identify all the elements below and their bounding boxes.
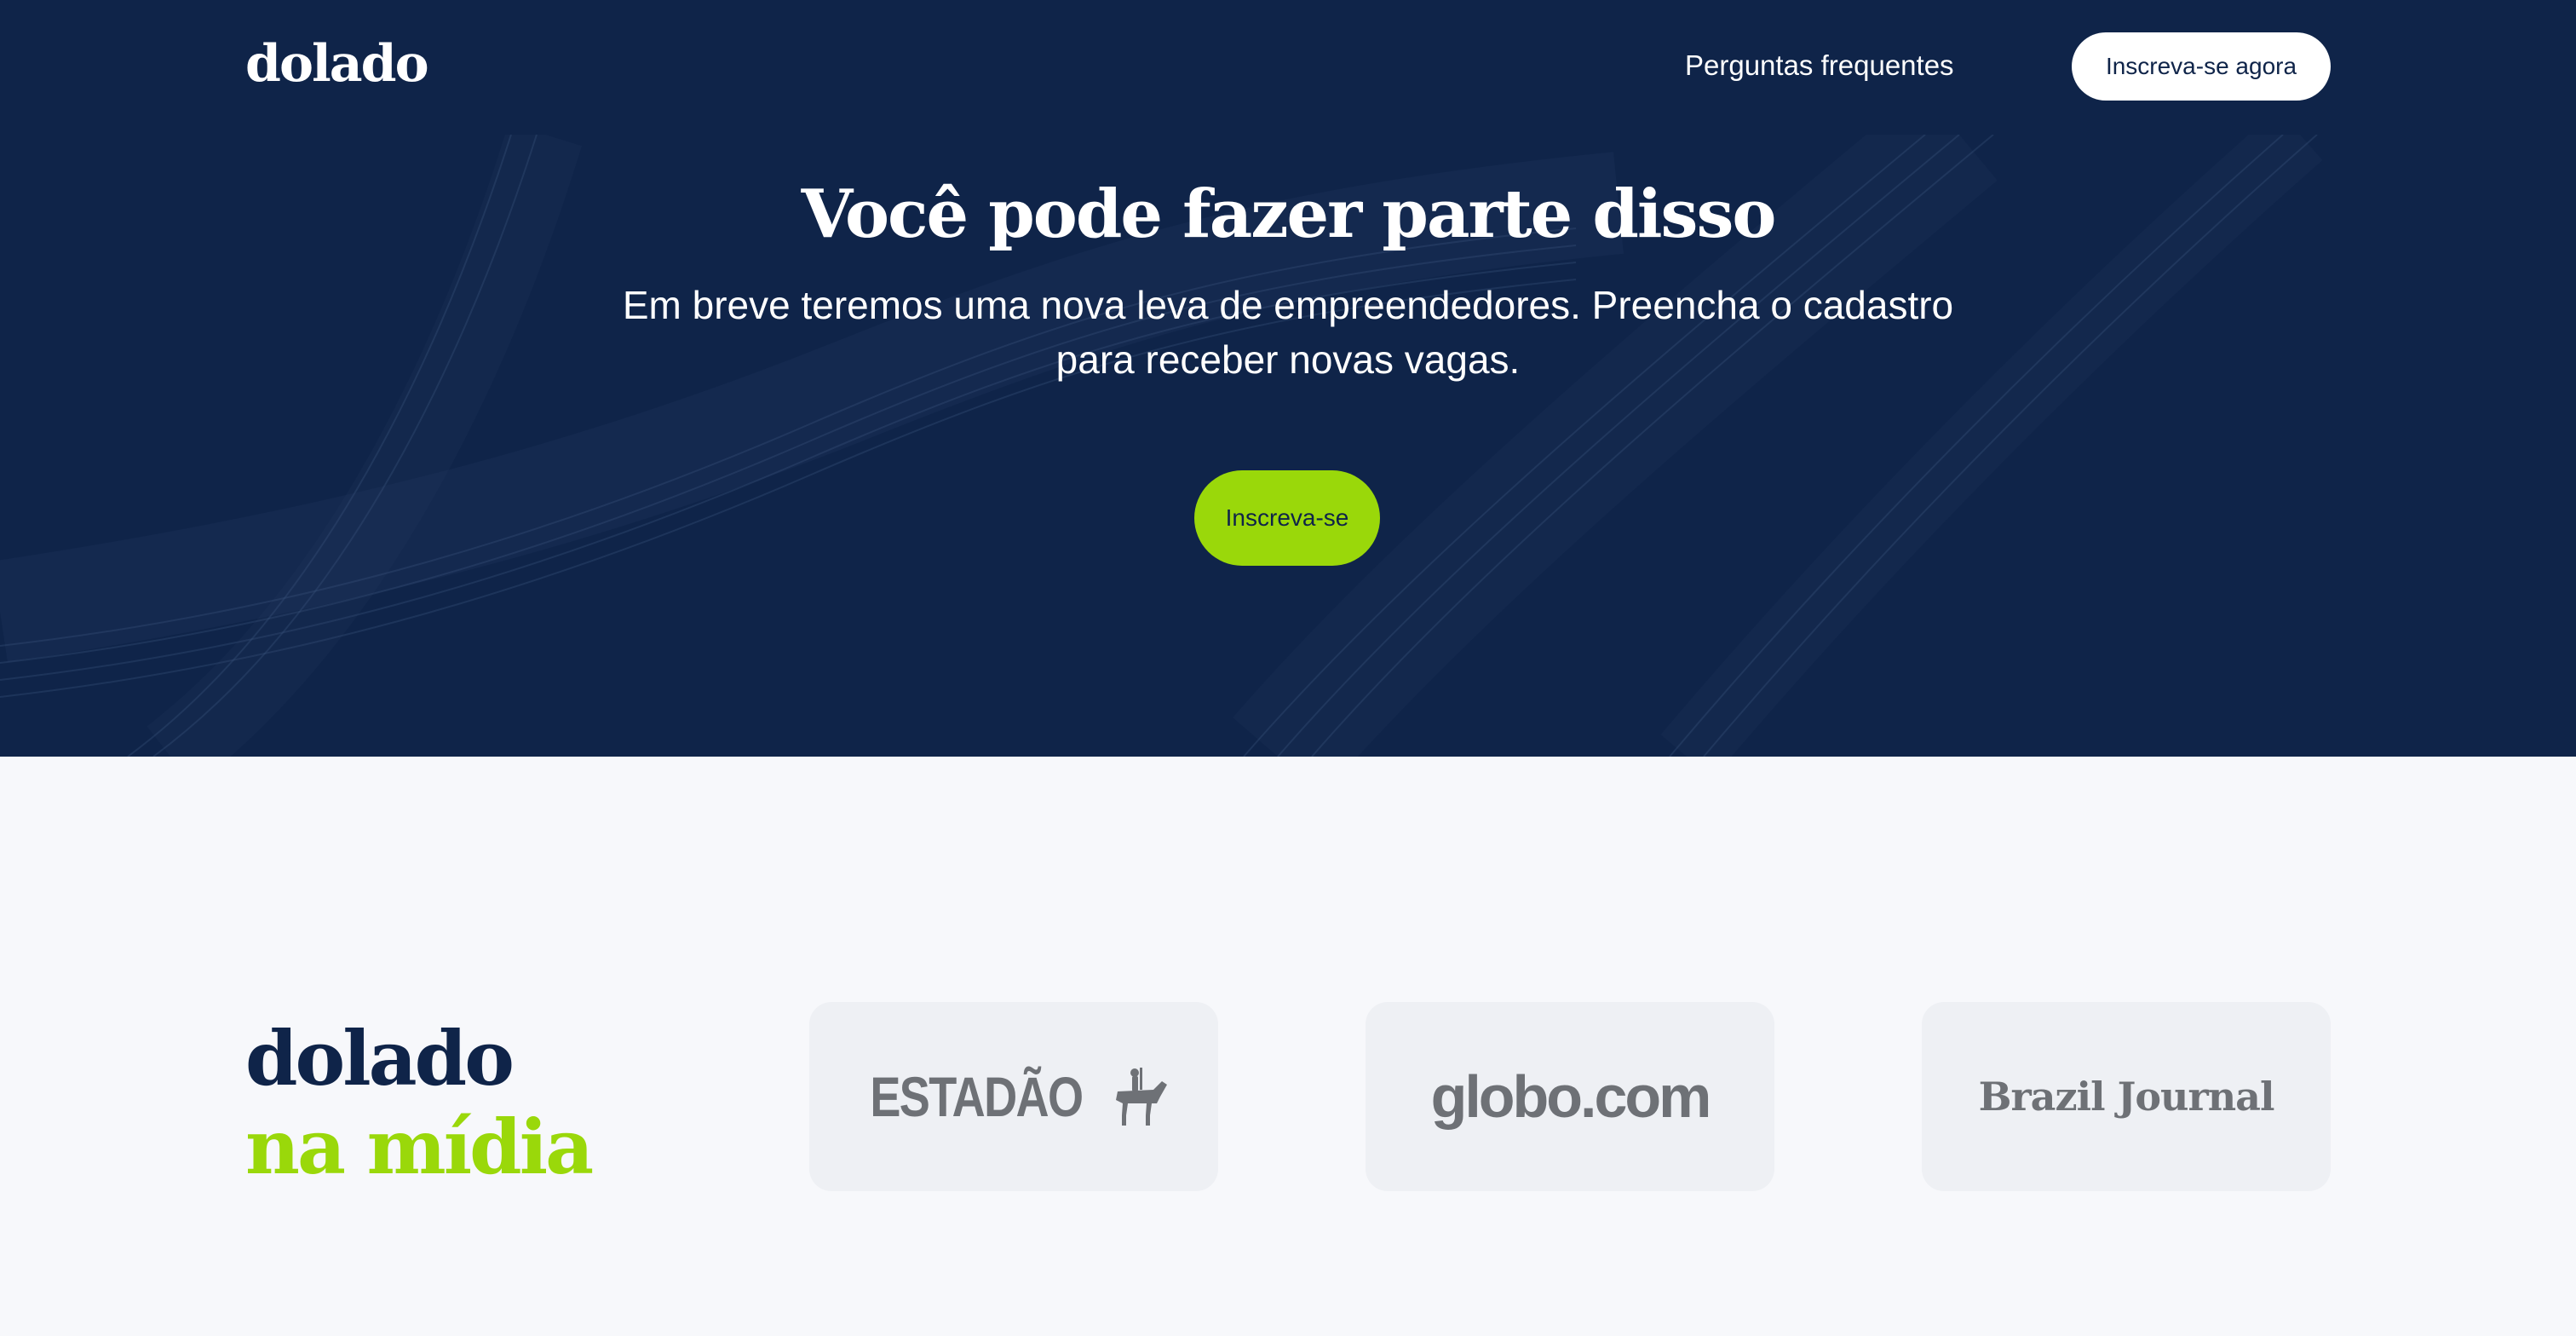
- press-card-brazil-journal[interactable]: Brazil Journal: [1922, 1002, 2331, 1191]
- hero-subtitle: Em breve teremos uma nova leva de empree…: [622, 283, 1954, 382]
- press-card-globo[interactable]: globo.com: [1366, 1002, 1774, 1191]
- hero-title: Você pode fazer parte disso: [801, 176, 1777, 253]
- site-header: dolado Perguntas frequentes Inscreva-se …: [0, 0, 2576, 135]
- nav-link-faq[interactable]: Perguntas frequentes: [1685, 49, 1954, 82]
- subscribe-now-button[interactable]: Inscreva-se agora: [2072, 32, 2331, 101]
- press-card-estadao[interactable]: ESTADÃO: [809, 1002, 1218, 1191]
- media-heading: dolado na mídia: [245, 1014, 594, 1191]
- horse-rider-icon: [1115, 1068, 1167, 1126]
- estadao-logo-text: ESTADÃO: [870, 1065, 1084, 1128]
- media-heading-line1: dolado: [245, 1014, 515, 1103]
- hero-section: Você pode fazer parte disso Em breve ter…: [0, 135, 2576, 757]
- estadao-logo: ESTADÃO: [847, 1064, 1169, 1129]
- brazil-journal-logo: Brazil Journal: [1978, 1074, 2275, 1120]
- subscribe-button[interactable]: Inscreva-se: [1194, 470, 1380, 566]
- media-heading-line2: na mídia: [245, 1103, 594, 1191]
- media-section: dolado na mídia ESTADÃO globo.com Brazil…: [0, 757, 2576, 1336]
- dolado-logo[interactable]: dolado: [245, 34, 429, 94]
- globo-logo: globo.com: [1430, 1063, 1712, 1130]
